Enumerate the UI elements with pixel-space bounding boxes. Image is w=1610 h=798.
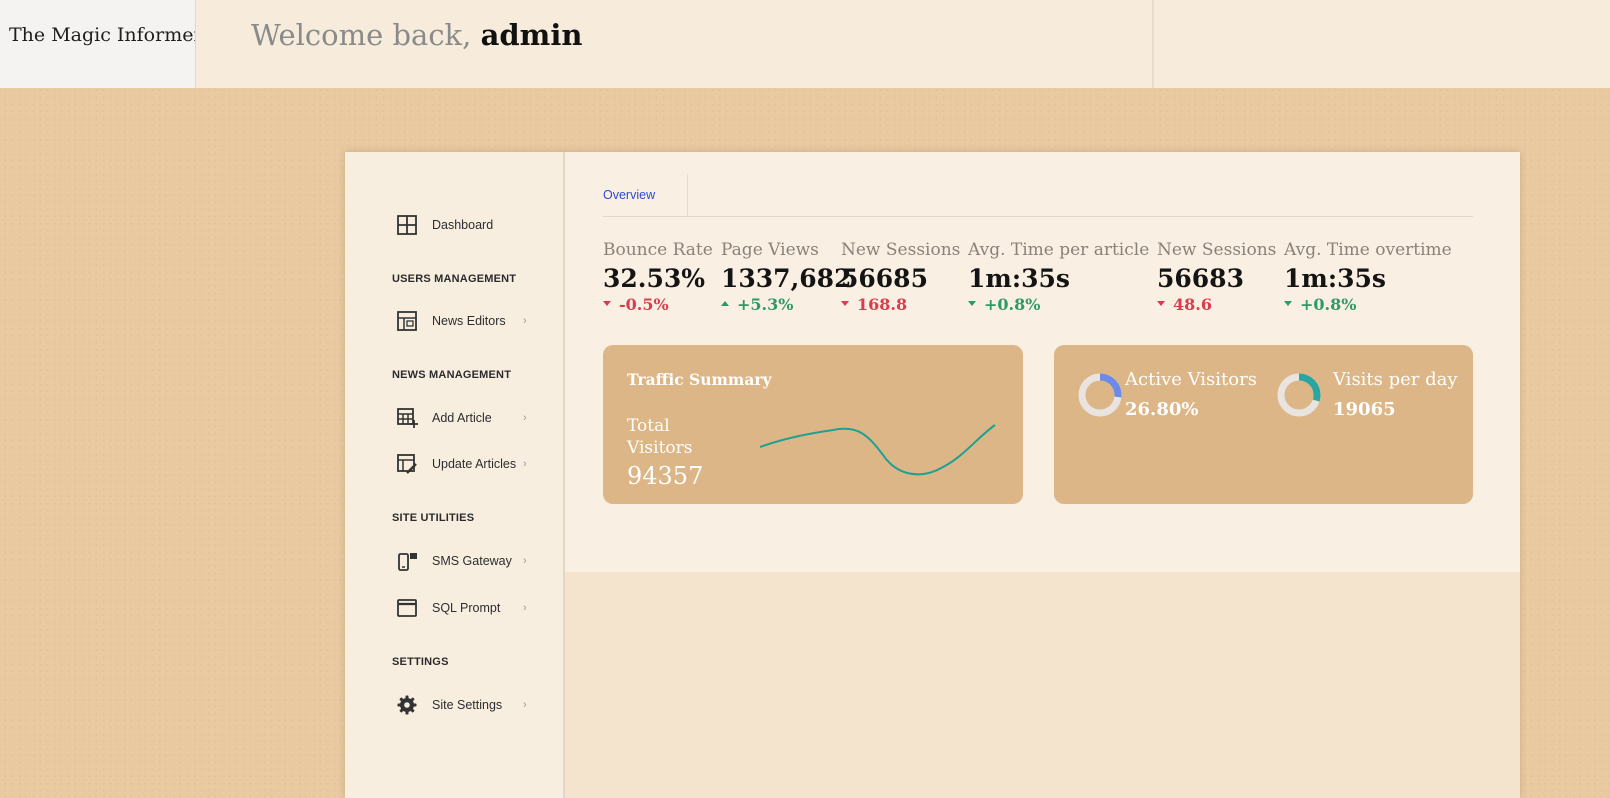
welcome-message: Welcome back, admin — [251, 18, 582, 52]
active-visitors-donut — [1078, 373, 1122, 417]
gear-icon — [397, 695, 417, 715]
sidebar-item-sql-prompt[interactable]: SQL Prompt › — [396, 595, 527, 621]
active-visitors-label: Active Visitors — [1125, 369, 1257, 390]
card-title: Traffic Summary — [627, 370, 772, 389]
visits-per-day-donut — [1277, 373, 1321, 417]
stat-avg-time-overtime: Avg. Time overtime 1m:35s +0.8% — [1284, 240, 1452, 314]
tab-separator — [687, 174, 688, 216]
stat-value: 1m:35s — [968, 264, 1070, 293]
caret-down-icon — [841, 301, 849, 306]
main-content: Overview Bounce Rate 32.53% -0.5% Page V… — [565, 152, 1520, 572]
stat-change-value: +5.3% — [737, 295, 794, 314]
total-visitors-value: 94357 — [627, 462, 704, 490]
stat-new-sessions-2: New Sessions 56683 48.6 — [1157, 240, 1276, 314]
table-edit-icon — [397, 454, 417, 474]
table-add-icon — [397, 408, 418, 428]
sidebar-item-label: Site Settings — [432, 698, 503, 712]
sidebar-item-add-article[interactable]: Add Article › — [396, 405, 527, 431]
stat-avg-time-article: Avg. Time per article 1m:35s +0.8% — [968, 240, 1149, 314]
username: admin — [480, 18, 583, 52]
tab-underline — [603, 216, 1473, 217]
stat-change: 48.6 — [1157, 295, 1276, 314]
visits-per-day-label: Visits per day — [1333, 369, 1458, 390]
stat-value: 1m:35s — [1284, 264, 1386, 293]
stat-label: Avg. Time overtime — [1284, 240, 1452, 260]
chevron-right-icon: › — [523, 412, 527, 424]
stat-new-sessions: New Sessions 56685 168.8 — [841, 240, 960, 314]
stat-change: 168.8 — [841, 295, 960, 314]
stat-value: 56683 — [1157, 264, 1244, 293]
stat-value: 32.53% — [603, 264, 706, 293]
caret-up-icon — [721, 301, 729, 306]
stat-page-views: Page Views 1337,682 +5.3% — [721, 240, 851, 314]
stat-label: Avg. Time per article — [968, 240, 1150, 260]
editors-icon — [397, 311, 417, 331]
sidebar-item-label: News Editors — [432, 314, 506, 328]
section-title-utilities: SITE UTILITIES — [392, 512, 475, 524]
chevron-right-icon: › — [523, 315, 527, 327]
tab-overview[interactable]: Overview — [603, 188, 655, 202]
sidebar-item-site-settings[interactable]: Site Settings › — [396, 692, 527, 718]
phone-message-icon — [398, 553, 417, 571]
caret-down-icon — [603, 301, 611, 306]
brand-box: The Magic Informer — [0, 0, 196, 88]
sidebar: Dashboard USERS MANAGEMENT News Editors … — [345, 152, 565, 798]
dashboard-panel: Dashboard USERS MANAGEMENT News Editors … — [345, 152, 1520, 798]
grid-icon — [397, 215, 417, 235]
sidebar-item-dashboard[interactable]: Dashboard — [396, 212, 493, 238]
window-icon — [397, 599, 417, 617]
sidebar-item-sms-gateway[interactable]: SMS Gateway › — [396, 548, 527, 574]
stat-change-value: +0.8% — [984, 295, 1041, 314]
caret-down-icon — [1284, 301, 1292, 306]
stat-label: New Sessions — [1157, 240, 1277, 260]
active-visitors-value: 26.80% — [1125, 399, 1199, 420]
stat-value: 56685 — [841, 264, 928, 293]
stat-change-value: +0.8% — [1300, 295, 1357, 314]
top-header: The Magic Informer Welcome back, admin — [0, 0, 1610, 88]
traffic-sparkline — [759, 424, 996, 476]
site-brand[interactable]: The Magic Informer — [9, 24, 195, 46]
sidebar-item-update-articles[interactable]: Update Articles › — [396, 451, 527, 477]
visits-per-day-value: 19065 — [1333, 399, 1396, 420]
caret-down-icon — [968, 301, 976, 306]
stat-change-value: 168.8 — [857, 295, 908, 314]
section-title-news: NEWS MANAGEMENT — [392, 369, 512, 381]
welcome-prefix: Welcome back, — [251, 18, 481, 52]
stat-change: -0.5% — [603, 295, 713, 314]
stat-label: Bounce Rate — [603, 240, 713, 260]
caret-down-icon — [1157, 301, 1165, 306]
header-divider — [1152, 0, 1154, 88]
stat-label: Page Views — [721, 240, 819, 260]
stat-bounce-rate: Bounce Rate 32.53% -0.5% — [603, 240, 713, 314]
chevron-right-icon: › — [523, 555, 527, 567]
chevron-right-icon: › — [523, 699, 527, 711]
total-visitors-label: Total Visitors — [627, 416, 693, 458]
sidebar-item-label: SMS Gateway — [432, 554, 512, 568]
stat-change: +0.8% — [968, 295, 1149, 314]
sidebar-item-news-editors[interactable]: News Editors › — [396, 308, 527, 334]
chevron-right-icon: › — [523, 602, 527, 614]
stat-change-value: 48.6 — [1173, 295, 1212, 314]
stat-change-value: -0.5% — [619, 295, 669, 314]
stat-change: +0.8% — [1284, 295, 1452, 314]
sidebar-item-label: Update Articles — [432, 457, 517, 471]
content-area-lower — [565, 572, 1520, 798]
section-title-users: USERS MANAGEMENT — [392, 273, 517, 285]
stat-label: New Sessions — [841, 240, 961, 260]
sidebar-item-label: Dashboard — [432, 218, 494, 232]
traffic-summary-card: Traffic Summary Total Visitors 94357 — [603, 345, 1023, 504]
visitors-stats-card: Active Visitors 26.80% Visits per day 19… — [1054, 345, 1473, 504]
stat-change: +5.3% — [721, 295, 851, 314]
sidebar-item-label: SQL Prompt — [432, 601, 501, 615]
section-title-settings: SETTINGS — [392, 656, 449, 668]
stat-value: 1337,682 — [721, 264, 852, 293]
chevron-right-icon: › — [523, 458, 527, 470]
sidebar-item-label: Add Article — [432, 411, 492, 425]
